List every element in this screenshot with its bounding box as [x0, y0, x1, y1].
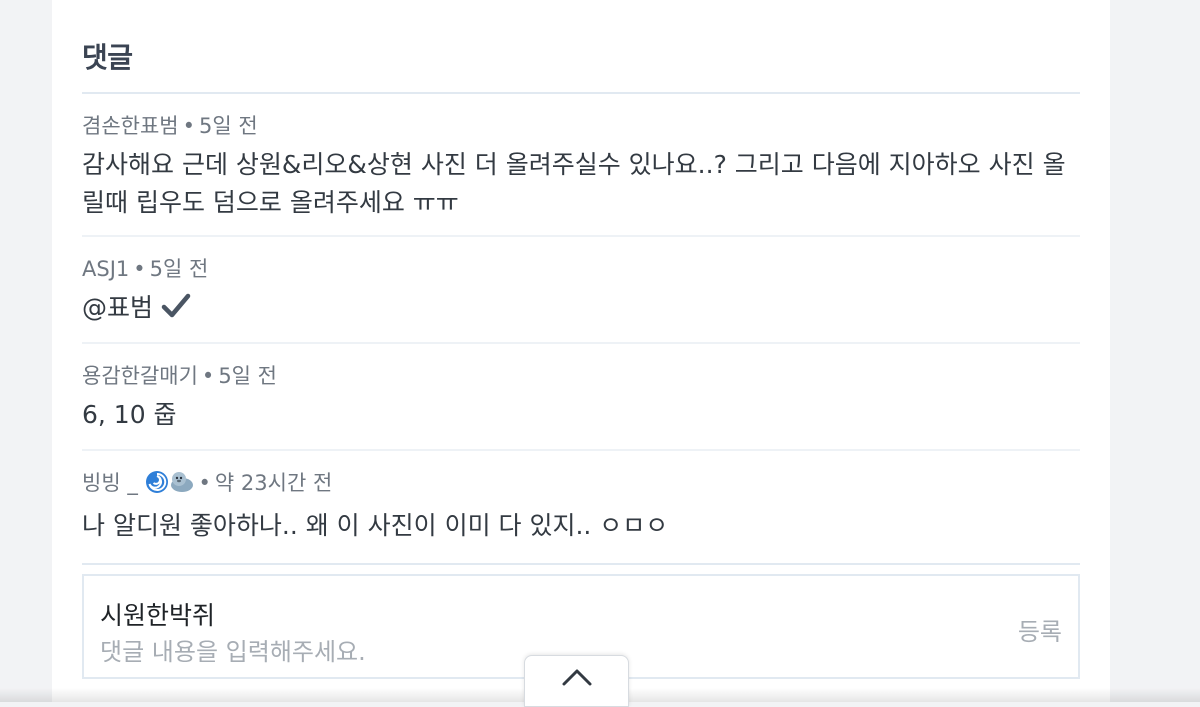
comment-body: 감사해요 근데 상원&리오&상현 사진 더 올려주실수 있나요..? 그리고 다…	[82, 150, 1066, 217]
meta-separator: •	[198, 471, 211, 495]
comment-time: 약 23시간 전	[214, 471, 333, 495]
comment-item: 빙빙 _ • 약 23시간 전 나 알디원 좋아하나.. 왜 이 사진이 이미 …	[82, 451, 1080, 565]
comment-author[interactable]: ASJ1	[82, 257, 129, 281]
comments-card: 댓글 겸손한표범 • 5일 전 감사해요 근데 상원&리오&상현 사진 더 올려주실…	[52, 0, 1110, 702]
comment-meta: 겸손한표범 • 5일 전	[82, 112, 1080, 140]
comment-input-field[interactable]: 댓글 내용을 입력해주세요.	[100, 632, 366, 667]
submit-comment-button[interactable]: 등록	[1018, 612, 1062, 647]
comments-title: 댓글	[82, 41, 133, 74]
meta-separator: •	[182, 114, 195, 138]
comment-body: 6, 10 줍	[82, 400, 177, 429]
comment-meta: 빙빙 _ • 약 23시간 전	[82, 469, 1080, 501]
check-mark-icon	[161, 292, 191, 331]
comment-body-text: @표범	[82, 293, 154, 322]
comment-item: 겸손한표범 • 5일 전 감사해요 근데 상원&리오&상현 사진 더 올려주실수 있…	[82, 94, 1080, 237]
comment-author[interactable]: 용감한갈매기	[82, 364, 198, 388]
comment-item: ASJ1 • 5일 전 @표범	[82, 237, 1080, 344]
comment-time: 5일 전	[218, 364, 277, 388]
comment-item: 용감한갈매기 • 5일 전 6, 10 줍	[82, 344, 1080, 451]
current-user-name: 시원한박쥐	[100, 601, 216, 630]
comment-time: 5일 전	[149, 257, 209, 281]
comment-author[interactable]: 겸손한표범	[82, 114, 179, 138]
seal-icon	[169, 470, 195, 501]
comment-body: @표범	[82, 289, 1080, 331]
scroll-to-top-button[interactable]	[524, 655, 629, 707]
comment-author[interactable]: 빙빙 _	[82, 471, 138, 495]
comment-body: 나 알디원 좋아하나.. 왜 이 사진이 이미 다 있지.. ㅇㅁㅇ	[82, 511, 669, 540]
cyclone-icon	[145, 470, 169, 501]
comment-list: 겸손한표범 • 5일 전 감사해요 근데 상원&리오&상현 사진 더 올려주실수 있…	[82, 94, 1080, 565]
meta-separator: •	[133, 257, 146, 281]
comment-meta: ASJ1 • 5일 전	[82, 255, 1080, 283]
comment-time: 5일 전	[199, 114, 258, 138]
meta-separator: •	[201, 364, 215, 388]
comment-meta: 용감한갈매기 • 5일 전	[82, 362, 1080, 390]
chevron-up-icon	[561, 666, 593, 706]
